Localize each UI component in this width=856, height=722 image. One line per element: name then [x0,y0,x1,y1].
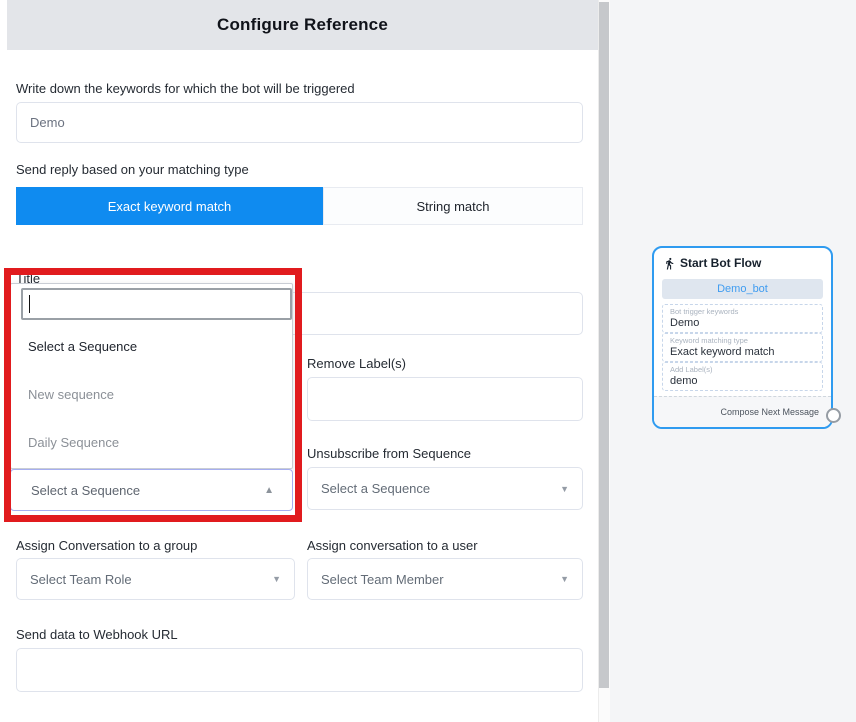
sequence-option-new-sequence[interactable]: New sequence [28,387,114,402]
remove-labels-label: Remove Label(s) [307,356,406,371]
card-field-value: Exact keyword match [670,346,822,358]
bot-name-button[interactable]: Demo_bot [662,279,823,299]
tab-string-match[interactable]: String match [323,187,583,225]
configure-panel: Configure Reference Write down the keywo… [0,0,598,722]
webhook-input[interactable] [16,648,583,692]
text-caret [29,295,30,313]
walking-person-icon [663,257,676,270]
connector-handle[interactable] [826,408,841,423]
assign-user-label: Assign conversation to a user [307,538,478,553]
card-field-value: demo [670,375,822,387]
scrollbar-thumb[interactable] [599,2,609,688]
panel-header: Configure Reference [7,0,598,50]
sequence-option-daily-sequence[interactable]: Daily Sequence [28,435,119,450]
matching-type-tabs: Exact keyword match String match [16,187,583,225]
unsubscribe-select-value: Select a Sequence [321,481,430,496]
remove-labels-input[interactable] [307,377,583,421]
webhook-label: Send data to Webhook URL [16,627,178,642]
card-field-label: Bot trigger keywords [670,307,822,316]
card-field-add-labels: Add Label(s) demo [662,362,823,391]
card-header: Start Bot Flow [663,256,761,270]
card-footer: Compose Next Message [654,396,831,427]
sequence-dropdown-panel: Select a Sequence New sequence Daily Seq… [10,283,293,469]
keywords-label: Write down the keywords for which the bo… [16,81,355,96]
card-field-bot-trigger-keywords: Bot trigger keywords Demo [662,304,823,333]
unsubscribe-select[interactable]: Select a Sequence ▼ [307,467,583,510]
sequence-search-input[interactable] [21,288,292,320]
unsubscribe-label: Unsubscribe from Sequence [307,446,471,461]
chevron-down-icon: ▼ [560,484,569,494]
card-field-keyword-matching-type: Keyword matching type Exact keyword matc… [662,333,823,362]
sequence-select-trigger[interactable]: Select a Sequence ▲ [10,469,293,511]
sequence-option-select-a-sequence[interactable]: Select a Sequence [28,339,137,354]
chevron-up-icon: ▲ [264,485,274,496]
chevron-down-icon: ▼ [272,574,281,584]
assign-user-select[interactable]: Select Team Member ▼ [307,558,583,600]
tab-exact-keyword-match[interactable]: Exact keyword match [16,187,323,225]
card-field-value: Demo [670,317,822,329]
assign-user-select-value: Select Team Member [321,572,444,587]
assign-group-select-value: Select Team Role [30,572,132,587]
assign-group-select[interactable]: Select Team Role ▼ [16,558,295,600]
compose-next-message-label: Compose Next Message [720,407,819,417]
sequence-select-value: Select a Sequence [31,483,140,498]
matching-type-label: Send reply based on your matching type [16,162,249,177]
page-title: Configure Reference [217,15,388,35]
card-title: Start Bot Flow [680,256,761,270]
keywords-input[interactable] [16,102,583,143]
card-field-label: Add Label(s) [670,365,822,374]
card-field-label: Keyword matching type [670,336,822,345]
screen: Configure Reference Write down the keywo… [0,0,856,722]
start-bot-flow-card[interactable]: Start Bot Flow Demo_bot Bot trigger keyw… [652,246,833,429]
chevron-down-icon: ▼ [560,574,569,584]
assign-group-label: Assign Conversation to a group [16,538,197,553]
